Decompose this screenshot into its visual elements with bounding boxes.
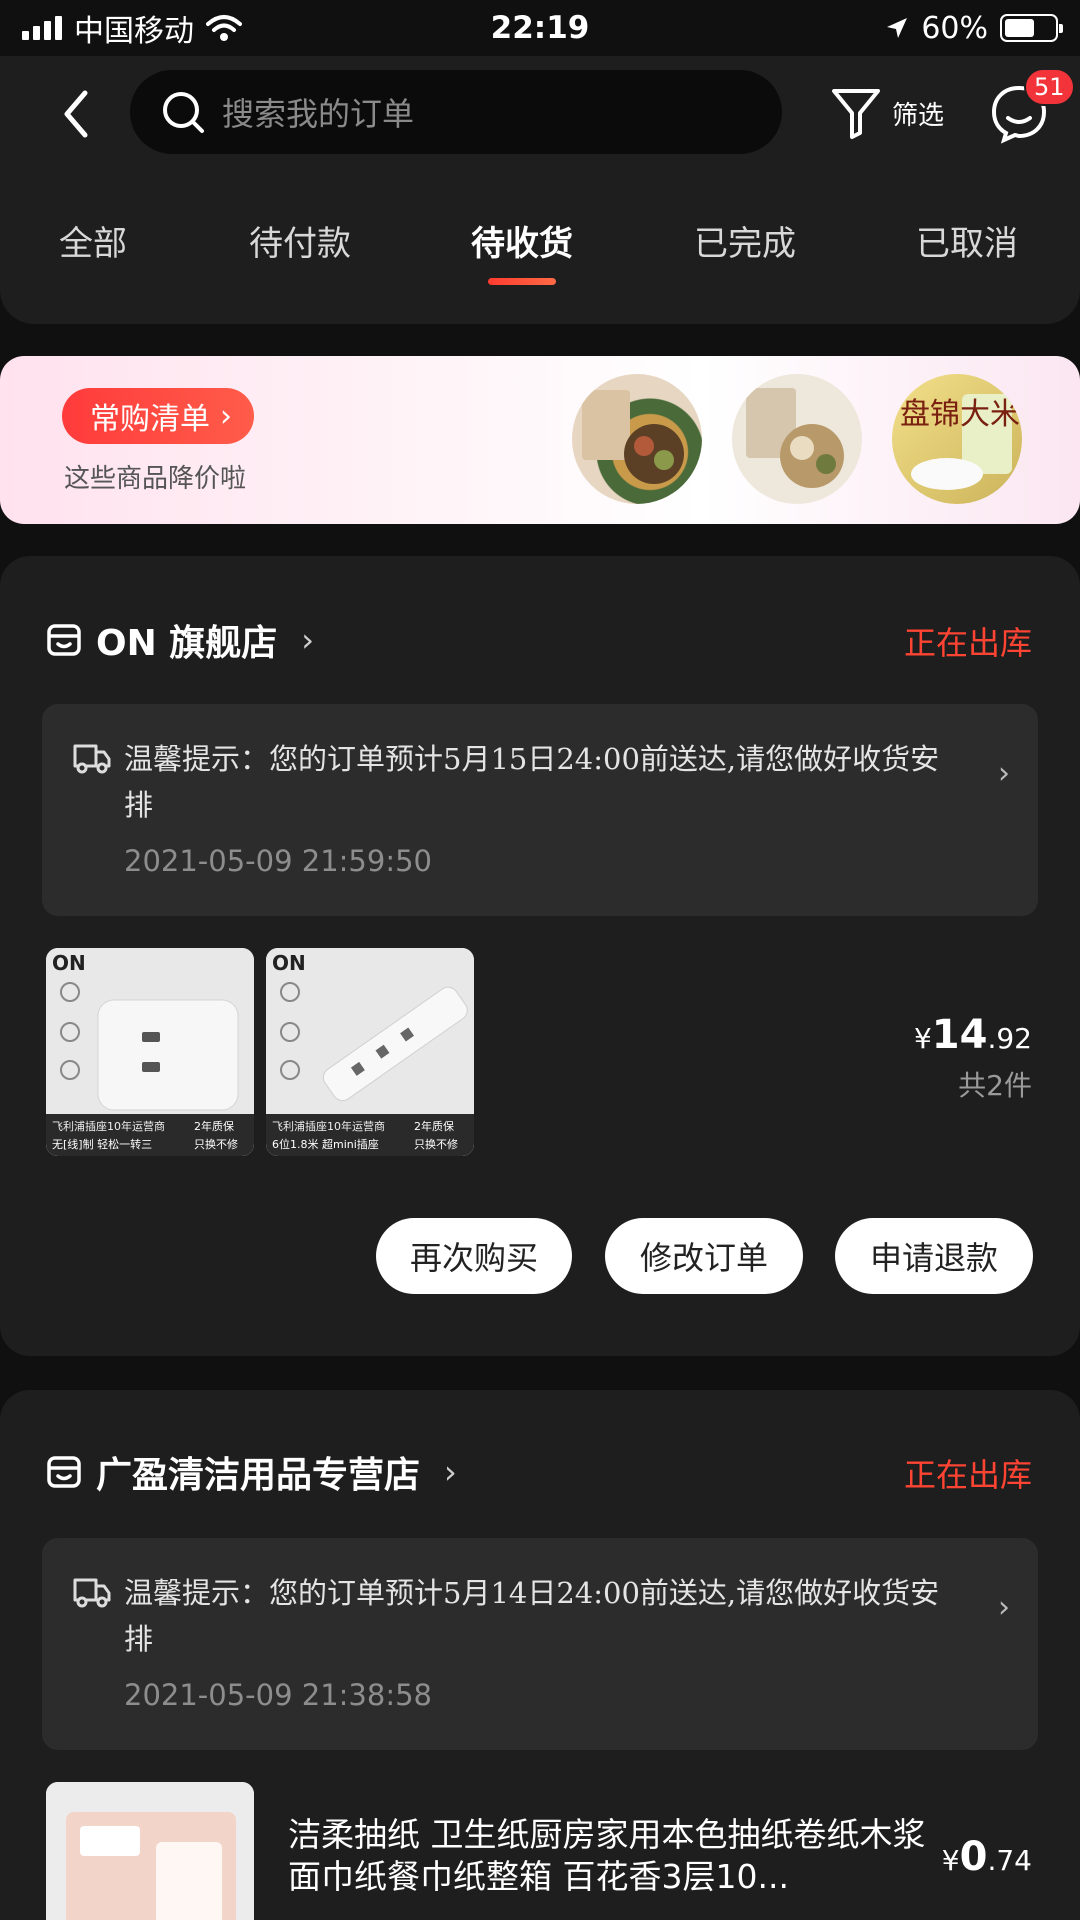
header-panel: 搜索我的订单 筛选 51 全部 待付款 待收货 已完成 已取消 (0, 56, 1080, 324)
order-price: ¥14.92 (914, 1012, 1032, 1058)
wifi-icon (206, 15, 242, 41)
chevron-right-icon: › (998, 756, 1010, 791)
chevron-right-icon: › (301, 621, 315, 659)
delivery-tip-text: 温馨提示：您的订单预计5月14日24:00前送达,请您做好收货安排 (124, 1576, 940, 1656)
order-tabs: 全部 待付款 待收货 已完成 已取消 (0, 216, 1080, 306)
battery-icon (1000, 14, 1063, 42)
tab-all[interactable]: 全部 (59, 216, 127, 265)
price-decimal: .74 (987, 1844, 1032, 1877)
product-thumbnail[interactable] (732, 374, 862, 504)
product-thumbnail[interactable]: 盘锦大米 (892, 374, 1022, 504)
item-count: 共2件 (958, 1069, 1032, 1102)
frequent-list-label: 常购清单 (90, 402, 210, 437)
buy-again-button[interactable]: 再次购买 (376, 1218, 572, 1294)
store-name: 广盈清洁用品专营店 (96, 1455, 421, 1496)
chevron-left-icon (64, 90, 88, 138)
chevron-right-icon: › (220, 398, 232, 434)
location-arrow-icon (887, 18, 908, 38)
frequent-purchase-banner[interactable]: 常购清单 › 这些商品降价啦 盘锦大米 (0, 356, 1080, 524)
store-icon (47, 1456, 81, 1488)
chevron-right-icon: › (444, 1453, 457, 1491)
back-button[interactable] (50, 84, 100, 144)
image-badge: 2年质保 (414, 1119, 454, 1133)
power-strip-image: ON 飞利浦插座10年运营商 2年质保 无[线]制 轻松一转三 只换不修 (46, 948, 254, 1156)
signal-icon (22, 16, 62, 40)
filter-button[interactable]: 筛选 (830, 78, 944, 148)
store-name: ON 旗舰店 (96, 623, 278, 664)
image-caption-bottom-right: 只换不修 (194, 1137, 238, 1151)
carrier-label: 中国移动 (74, 14, 194, 49)
search-placeholder: 搜索我的订单 (222, 95, 415, 133)
currency-symbol: ¥ (913, 1022, 932, 1055)
chevron-right-icon: › (998, 1590, 1010, 1625)
tab-completed[interactable]: 已完成 (694, 216, 796, 265)
tab-pending-payment[interactable]: 待付款 (249, 216, 351, 265)
tissue-box-image (46, 1782, 254, 1920)
image-badge: 2年质保 (194, 1119, 234, 1133)
request-refund-button[interactable]: 申请退款 (835, 1218, 1033, 1294)
store-icon (47, 624, 81, 656)
promo-subtitle: 这些商品降价啦 (64, 464, 247, 494)
frequent-list-pill[interactable]: 常购清单 › (62, 388, 254, 444)
store-link[interactable]: ON 旗舰店 › (46, 614, 314, 666)
price-integer: 14 (931, 1012, 988, 1058)
status-bar: 中国移动 22:19 60% (0, 0, 1080, 56)
product-image[interactable] (46, 1782, 254, 1920)
order-card[interactable]: 广盈清洁用品专营店 › 正在出库 温馨提示：您的订单预计5月14日24:00前送… (0, 1390, 1080, 1920)
image-caption-bottom: 无[线]制 轻松一转三 (52, 1137, 152, 1151)
brand-logo: ON (272, 951, 306, 975)
delivery-truck-icon (73, 744, 111, 774)
modify-order-button[interactable]: 修改订单 (605, 1218, 803, 1294)
delivery-tip[interactable]: 温馨提示：您的订单预计5月14日24:00前送达,请您做好收货安排 › 2021… (42, 1538, 1038, 1750)
currency-symbol: ¥ (941, 1844, 960, 1877)
store-link[interactable]: 广盈清洁用品专营店 › (46, 1446, 457, 1498)
price-decimal: .92 (987, 1022, 1032, 1055)
tab-cancelled[interactable]: 已取消 (916, 216, 1018, 265)
product-image[interactable]: ON 飞利浦插座10年运营商 2年质保 6位1.8米 超mini插座 只换不修 (266, 948, 474, 1156)
order-price: ¥0.74 (942, 1834, 1032, 1880)
order-status: 正在出库 (903, 1456, 1032, 1494)
filter-icon (832, 89, 880, 139)
image-caption-bottom: 6位1.8米 超mini插座 (272, 1137, 379, 1151)
search-icon (163, 92, 204, 133)
product-title[interactable]: 洁柔抽纸 卫生纸厨房家用本色抽纸卷纸木浆面巾纸餐巾纸整箱 百花香3层10... (288, 1814, 928, 1898)
order-time: 2021-05-09 21:38:58 (124, 1678, 432, 1712)
active-tab-indicator (488, 278, 556, 285)
image-caption-bottom-right: 只换不修 (414, 1137, 458, 1151)
image-caption-top: 飞利浦插座10年运营商 (272, 1119, 385, 1133)
delivery-tip[interactable]: 温馨提示：您的订单预计5月15日24:00前送达,请您做好收货安排 › 2021… (42, 704, 1038, 916)
product-thumbnail[interactable] (572, 374, 702, 504)
extension-cord-image: ON 飞利浦插座10年运营商 2年质保 6位1.8米 超mini插座 只换不修 (266, 948, 474, 1156)
order-status: 正在出库 (903, 624, 1032, 662)
battery-percent: 60% (921, 10, 988, 46)
order-time: 2021-05-09 21:59:50 (124, 844, 432, 878)
tea-package-image (582, 390, 684, 484)
rice-package-image: 盘锦大米 (900, 394, 1020, 490)
tab-pending-receipt[interactable]: 待收货 (471, 216, 573, 265)
brand-logo: ON (52, 951, 86, 975)
message-count-badge: 51 (1024, 68, 1075, 106)
grain-package-image (746, 388, 844, 488)
price-integer: 0 (959, 1834, 988, 1880)
product-image[interactable]: ON 飞利浦插座10年运营商 2年质保 无[线]制 轻松一转三 只换不修 (46, 948, 254, 1156)
order-card[interactable]: ON 旗舰店 › 正在出库 温馨提示：您的订单预计5月15日24:00前送达,请… (0, 556, 1080, 1356)
search-input[interactable]: 搜索我的订单 (130, 70, 782, 154)
delivery-tip-text: 温馨提示：您的订单预计5月15日24:00前送达,请您做好收货安排 (124, 742, 940, 822)
rice-brand-text: 盘锦大米 (900, 397, 1020, 432)
filter-label: 筛选 (892, 100, 945, 131)
delivery-truck-icon (73, 1578, 111, 1608)
image-caption-top: 飞利浦插座10年运营商 (52, 1119, 165, 1133)
